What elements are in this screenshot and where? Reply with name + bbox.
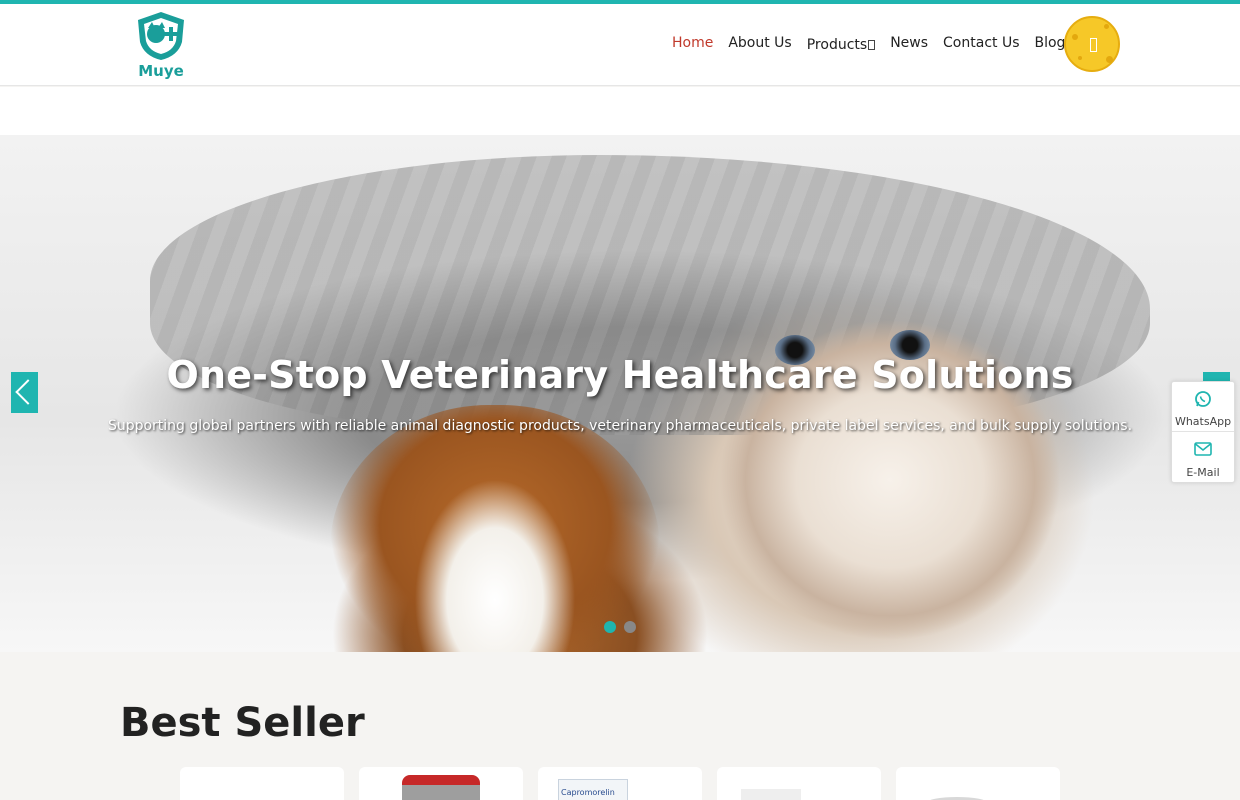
main-nav: Home About Us Products News Contact Us B… [672, 35, 1080, 53]
header-spacer [0, 87, 1240, 135]
product-image: Capromorelin [558, 779, 628, 800]
dropdown-caret-icon [868, 40, 876, 50]
product-card[interactable] [717, 767, 881, 800]
whatsapp-button[interactable]: WhatsApp [1172, 382, 1234, 432]
product-card[interactable] [359, 767, 523, 800]
email-button[interactable]: E-Mail [1172, 433, 1234, 483]
nav-products[interactable]: Products [806, 37, 876, 53]
brand-name: Muye [138, 62, 184, 80]
product-image [741, 789, 801, 800]
search-button-dot [1078, 56, 1082, 60]
search-button[interactable] [1064, 16, 1120, 72]
mail-icon [1194, 442, 1212, 456]
product-card[interactable]: Capromorelin [538, 767, 702, 800]
search-icon [1090, 38, 1097, 52]
slider-pagination [604, 621, 644, 633]
brand-logo[interactable]: Muye [134, 10, 188, 80]
hero-slider: One-Stop Veterinary Healthcare Solutions… [0, 135, 1240, 652]
product-card[interactable] [896, 767, 1060, 800]
email-label: E-Mail [1186, 466, 1220, 479]
nav-contact-us[interactable]: Contact Us [943, 35, 1019, 51]
product-image [402, 775, 480, 800]
product-card[interactable] [180, 767, 344, 800]
logo-shield-icon [138, 12, 184, 60]
search-button-dot [1106, 56, 1113, 63]
whatsapp-icon [1195, 391, 1211, 407]
search-button-dot [1072, 34, 1078, 40]
hero-subtitle: Supporting global partners with reliable… [107, 418, 1133, 434]
slider-prev-button[interactable] [11, 372, 38, 413]
nav-news[interactable]: News [890, 35, 928, 51]
nav-about-us[interactable]: About Us [728, 35, 791, 51]
hero-title: One-Stop Veterinary Healthcare Solutions [166, 353, 1074, 397]
nav-products-label: Products [806, 37, 868, 53]
nav-blog[interactable]: Blog [1035, 35, 1066, 51]
nav-home[interactable]: Home [672, 35, 713, 51]
hero-image-dog [330, 405, 660, 652]
slider-dot-1[interactable] [604, 621, 616, 633]
product-image-label: Capromorelin [561, 788, 615, 797]
whatsapp-label: WhatsApp [1174, 415, 1232, 428]
floating-contact-panel: WhatsApp E-Mail [1171, 381, 1235, 483]
search-button-dot [1104, 24, 1109, 29]
site-header: Muye Home About Us Products News Contact… [0, 4, 1240, 86]
slider-dot-2[interactable] [624, 621, 636, 633]
best-seller-title: Best Seller [120, 700, 365, 746]
